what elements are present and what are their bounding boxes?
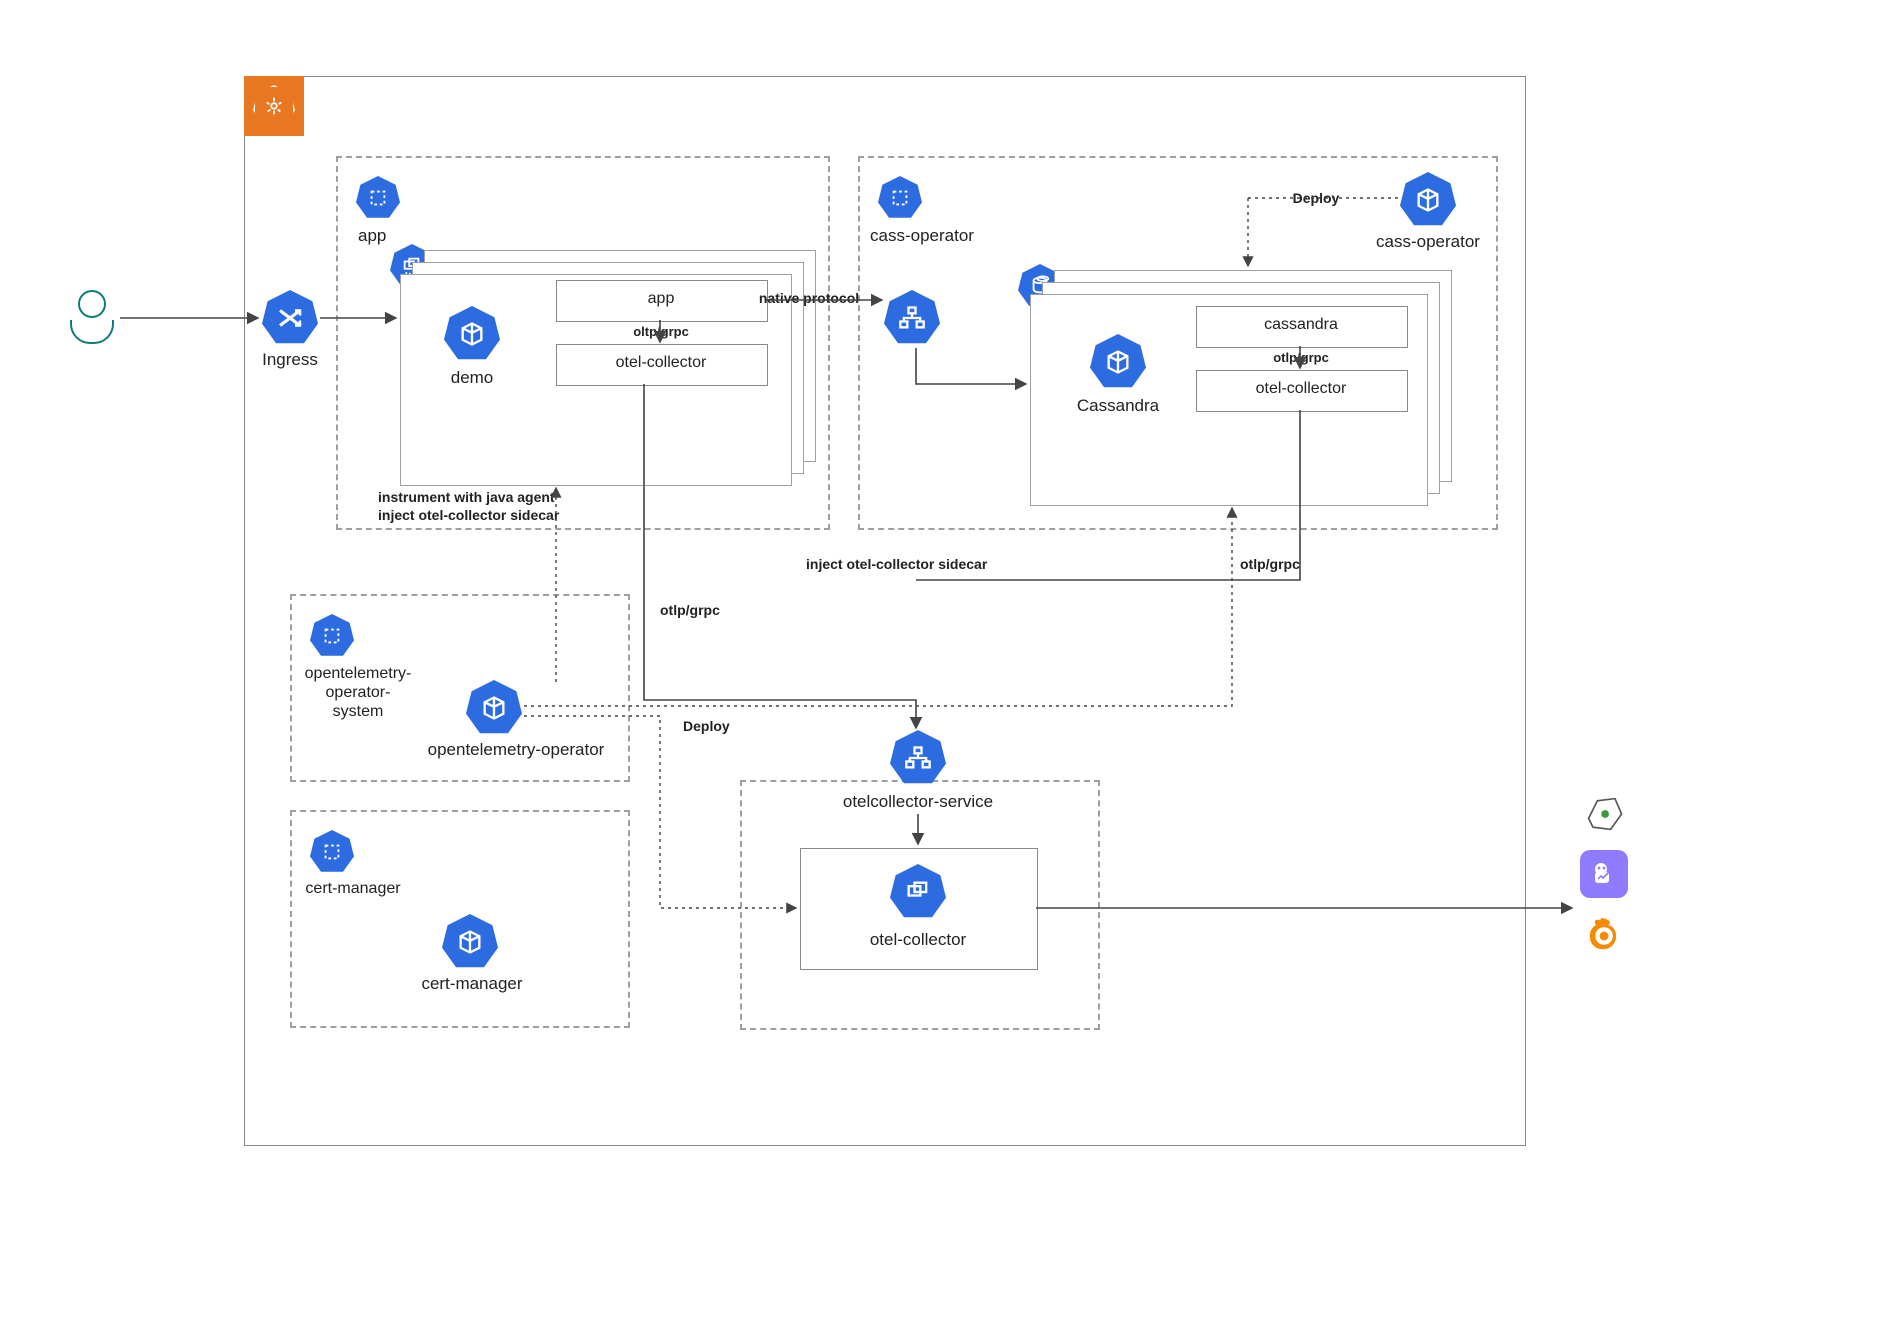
edge-cass-deploy: Deploy [1284,190,1348,206]
jaeger-icon [1580,850,1628,898]
edge-otlp-left: otlp/grpc [660,602,720,618]
ns-otel-op-label: opentelemetry- operator- system [288,664,428,721]
container-cassandra-label: cassandra [1196,316,1406,334]
cass-operator-label: cass-operator [1360,232,1496,252]
kubernetes-icon [244,76,304,136]
pod-demo-label: demo [424,368,520,388]
ns-cass-label: cass-operator [870,226,974,246]
ns-app-label: app [358,226,386,246]
edge-otlp-cass: otlp/grpc [1196,350,1406,365]
edge-inject-sidecar: inject otel-collector sidecar [806,556,987,572]
edge-otlp-right: otlp/grpc [1240,556,1300,572]
edge-instrument: instrument with java agent inject otel-c… [378,488,559,524]
collector-service-label: otelcollector-service [818,792,1018,812]
grafana-icon [1580,912,1628,960]
container-app-sidecar-label: otel-collector [556,354,766,372]
container-cass-sidecar-label: otel-collector [1196,380,1406,398]
container-app-label: app [556,290,766,308]
pod-cassandra-label: Cassandra [1060,396,1176,416]
architecture-diagram: Ingress app demo app oltp/grpc otel-coll… [0,0,1880,1320]
otel-operator-label: opentelemetry-operator [406,740,626,760]
user-icon [70,290,114,346]
opentelemetry-icon [1580,790,1628,838]
edge-oltp-app: oltp/grpc [556,324,766,339]
ns-certmgr-label: cert-manager [278,880,428,898]
edge-otel-deploy: Deploy [680,718,733,734]
ingress-label: Ingress [252,350,328,370]
edge-native-protocol: native protocol [744,290,874,306]
certmgr-deploy-label: cert-manager [404,974,540,994]
collector-pod-label: otel-collector [800,930,1036,950]
